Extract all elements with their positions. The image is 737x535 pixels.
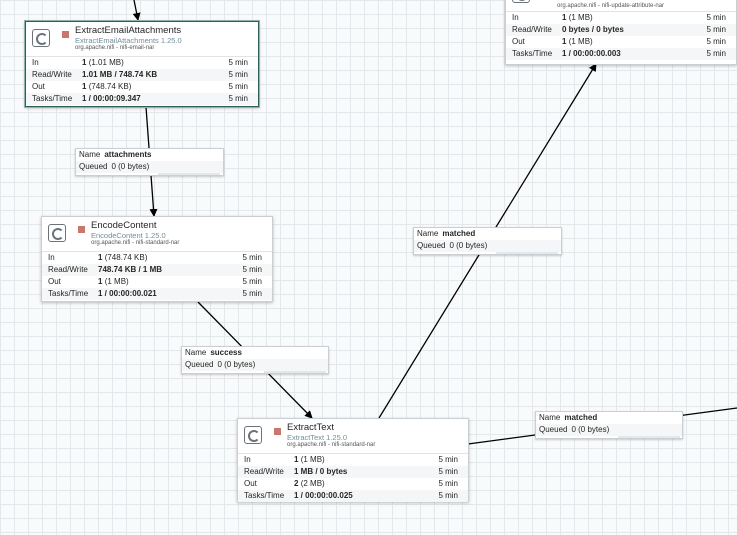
stat-read-write: Read/Write 1.01 MB / 748.74 KB 5 min — [26, 69, 258, 81]
stat-tasks-time: Tasks/Time 1 / 00:00:09.347 5 min — [26, 93, 258, 105]
queue-bar — [264, 371, 326, 373]
processor-bundle: org.apache.nifi - nifi-standard-nar — [91, 240, 180, 246]
connection-name-row: Name matched — [417, 229, 476, 238]
processor-type: EncodeContent 1.25.0 — [91, 231, 166, 240]
stat-out: Out 1 (1 MB) 5 min — [512, 37, 726, 46]
processor-type: ExtractEmailAttachments 1.25.0 — [75, 36, 182, 45]
stat-in: In 1 (1 MB) 5 min — [512, 13, 726, 22]
stat-in: In 1 (1 MB) 5 min — [244, 455, 458, 464]
processor-update-attribute[interactable]: org.apache.nifi - nifi-update-attribute-… — [505, 0, 737, 65]
connection-queued-row: Queued 0 (0 bytes) — [182, 359, 328, 371]
stat-tasks-time: Tasks/Time 1 / 00:00:00.003 5 min — [506, 48, 736, 60]
stat-read-write: Read/Write 0 bytes / 0 bytes 5 min — [506, 24, 736, 36]
queue-bar — [496, 252, 558, 254]
stat-read-write: Read/Write 1 MB / 0 bytes 5 min — [238, 466, 468, 478]
connection-name-row: Name success — [185, 348, 242, 357]
stopped-icon — [62, 31, 69, 38]
processor-type: ExtractText 1.25.0 — [287, 433, 348, 442]
stat-out: Out 1 (748.74 KB) 5 min — [32, 82, 248, 91]
processor-encode-content[interactable]: EncodeContent EncodeContent 1.25.0 org.a… — [41, 216, 273, 302]
stat-tasks-time: Tasks/Time 1 / 00:00:00.025 5 min — [238, 490, 468, 502]
processor-bundle: org.apache.nifi - nifi-standard-nar — [287, 442, 376, 448]
processor-bundle: org.apache.nifi - nifi-email-nar — [75, 45, 155, 51]
stat-out: Out 1 (1 MB) 5 min — [48, 277, 262, 286]
queue-bar — [618, 436, 680, 438]
queue-bar — [158, 173, 220, 175]
connection-queued-row: Queued 0 (0 bytes) — [414, 240, 561, 252]
processor-icon — [244, 426, 262, 444]
processor-icon — [48, 224, 66, 242]
connection-queued-row: Queued 0 (0 bytes) — [76, 161, 223, 173]
processor-extract-text[interactable]: ExtractText ExtractText 1.25.0 org.apach… — [237, 418, 469, 502]
processor-name: ExtractEmailAttachments — [75, 25, 182, 36]
stat-in: In 1 (748.74 KB) 5 min — [48, 253, 262, 262]
processor-icon — [512, 0, 530, 3]
connection-queued-row: Queued 0 (0 bytes) — [536, 424, 682, 436]
processor-name: EncodeContent — [91, 220, 157, 231]
edge-incoming-top[interactable] — [132, 0, 141, 21]
stat-read-write: Read/Write 748.74 KB / 1 MB 5 min — [42, 264, 272, 276]
processor-name: ExtractText — [287, 422, 334, 433]
connection-label-success[interactable]: Name success Queued 0 (0 bytes) — [181, 346, 329, 374]
connection-label-matched-right[interactable]: Name matched Queued 0 (0 bytes) — [535, 411, 683, 439]
stat-in: In 1 (1.01 MB) 5 min — [32, 58, 248, 67]
connection-name-row: Name attachments — [79, 150, 152, 159]
connection-name-row: Name matched — [539, 413, 598, 422]
connection-label-matched-up[interactable]: Name matched Queued 0 (0 bytes) — [413, 227, 562, 255]
connection-label-attachments[interactable]: Name attachments Queued 0 (0 bytes) — [75, 148, 224, 176]
processor-bundle: org.apache.nifi - nifi-update-attribute-… — [557, 3, 665, 9]
stat-tasks-time: Tasks/Time 1 / 00:00:00.021 5 min — [42, 288, 272, 300]
processor-icon — [32, 29, 50, 47]
stat-out: Out 2 (2 MB) 5 min — [244, 479, 458, 488]
processor-extract-email-attachments[interactable]: ExtractEmailAttachments ExtractEmailAtta… — [25, 21, 259, 107]
stopped-icon — [78, 226, 85, 233]
stopped-icon — [274, 428, 281, 435]
